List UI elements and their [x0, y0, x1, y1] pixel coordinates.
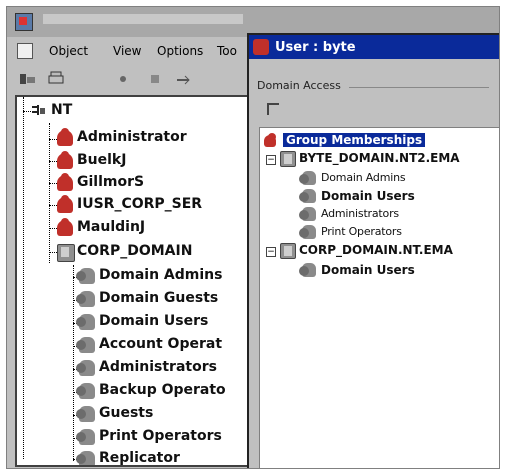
- tree-item-group[interactable]: Domain Users: [76, 311, 252, 333]
- tree-item-label: Domain Admins: [99, 267, 223, 283]
- group-icon: [76, 406, 95, 422]
- tree-line: [23, 97, 24, 459]
- divider: [349, 87, 489, 88]
- tree-item-label: Administrators: [99, 359, 217, 375]
- tree-item-label: IUSR_CORP_SER: [77, 196, 203, 212]
- tree-item-group[interactable]: Administrators: [76, 357, 252, 379]
- group-item[interactable]: Print Operators: [299, 224, 492, 242]
- tree-item-label: GillmorS: [77, 174, 145, 190]
- user-icon: [57, 128, 73, 146]
- user-icon: [57, 218, 73, 236]
- browse-icon[interactable]: [19, 71, 35, 85]
- tree-item-label: BuelkJ: [77, 152, 127, 168]
- group-label: Domain Admins: [321, 171, 406, 184]
- tree-item-label: CORP_DOMAIN: [77, 243, 193, 259]
- menu-options[interactable]: Options: [157, 44, 203, 58]
- tree-item-label: Domain Guests: [99, 290, 219, 306]
- tree-item-label: Backup Operato: [99, 382, 226, 398]
- user-icon: [253, 39, 269, 55]
- marker-icon[interactable]: [117, 71, 133, 85]
- tree-item-group[interactable]: Replicator: [76, 448, 252, 466]
- delete-icon[interactable]: [147, 71, 163, 85]
- group-membership-tree[interactable]: Group Memberships − BYTE_DOMAIN.NT2.EMA …: [259, 127, 499, 468]
- tree-item-group[interactable]: Account Operat: [76, 334, 252, 356]
- group-icon: [76, 429, 95, 445]
- domain-access-label[interactable]: Domain Access: [257, 79, 341, 92]
- tree-item-group[interactable]: Domain Admins: [76, 265, 252, 287]
- group-icon: [299, 225, 316, 239]
- menu-object[interactable]: Object: [49, 44, 88, 58]
- group-label: Administrators: [321, 207, 399, 220]
- group-icon: [299, 171, 316, 185]
- tree-root-nt[interactable]: NT: [31, 100, 251, 122]
- print-icon[interactable]: [47, 71, 64, 85]
- tree-item-user[interactable]: Administrator: [57, 127, 252, 149]
- user-icon: [264, 133, 276, 147]
- domain-icon: [280, 151, 296, 167]
- tree-item-user[interactable]: BuelkJ: [57, 150, 252, 172]
- back-window-title-blur: [43, 14, 243, 24]
- domain-icon: [280, 243, 296, 259]
- network-icon: [31, 103, 47, 119]
- tree-item-label: MauldinJ: [77, 219, 146, 235]
- group-item[interactable]: Domain Admins: [299, 170, 492, 188]
- dialog-titlebar[interactable]: User : byte: [249, 35, 499, 59]
- menu-tools[interactable]: Too: [217, 44, 237, 58]
- group-label: Domain Users: [321, 263, 415, 277]
- dialog-title: User : byte: [275, 40, 356, 55]
- group-icon: [76, 360, 95, 376]
- user-dialog: User : byte Domain Access Group Membersh…: [247, 33, 499, 468]
- domain-label: BYTE_DOMAIN.NT2.EMA: [299, 151, 460, 165]
- app-icon[interactable]: [15, 13, 33, 31]
- collapse-icon[interactable]: −: [266, 247, 276, 257]
- directory-tree[interactable]: NT Administrator BuelkJ GillmorS IUSR_CO…: [15, 95, 253, 467]
- tree-line: [49, 123, 50, 263]
- group-label: Print Operators: [321, 225, 402, 238]
- tree-item-user[interactable]: MauldinJ: [57, 217, 252, 239]
- tree-item-group[interactable]: Backup Operato: [76, 380, 252, 402]
- group-item[interactable]: Administrators: [299, 206, 492, 224]
- tree-item-label: Administrator: [77, 129, 187, 145]
- screenshot-frame: Object View Options Too NT Administrator…: [6, 6, 500, 469]
- window-menu-icon[interactable]: [17, 43, 33, 59]
- group-icon: [76, 314, 95, 330]
- group-item[interactable]: Domain Users: [299, 188, 492, 206]
- user-icon: [57, 173, 73, 191]
- group-icon: [299, 263, 316, 277]
- domain-label: CORP_DOMAIN.NT.EMA: [299, 243, 453, 257]
- group-icon: [76, 451, 95, 465]
- domain-node[interactable]: BYTE_DOMAIN.NT2.EMA: [280, 150, 499, 168]
- collapse-icon[interactable]: −: [266, 155, 276, 165]
- tree-item-label: Account Operat: [99, 336, 223, 352]
- group-memberships-header[interactable]: Group Memberships: [264, 132, 484, 150]
- group-label: Domain Users: [321, 189, 415, 203]
- tree-item-group[interactable]: Print Operators: [76, 426, 252, 448]
- group-icon: [76, 337, 95, 353]
- tree-root-label: NT: [51, 102, 73, 118]
- tree-item-label: Replicator: [99, 450, 180, 466]
- group-icon: [76, 383, 95, 399]
- domain-icon: [57, 244, 75, 262]
- group-memberships-label: Group Memberships: [283, 133, 426, 147]
- tree-item-group[interactable]: Guests: [76, 403, 252, 425]
- tree-item-user[interactable]: GillmorS: [57, 172, 252, 194]
- checkbox[interactable]: [267, 103, 279, 115]
- tree-item-user[interactable]: IUSR_CORP_SER: [57, 194, 252, 216]
- group-icon: [76, 291, 95, 307]
- move-icon[interactable]: [175, 71, 191, 85]
- group-item[interactable]: Domain Users: [299, 262, 492, 280]
- tree-item-label: Domain Users: [99, 313, 209, 329]
- user-icon: [57, 151, 73, 169]
- menu-view[interactable]: View: [113, 44, 141, 58]
- tree-item-label: Print Operators: [99, 428, 222, 444]
- group-icon: [299, 189, 316, 203]
- tree-item-label: Guests: [99, 405, 154, 421]
- tree-line: [73, 265, 74, 461]
- tree-item-domain[interactable]: CORP_DOMAIN: [57, 241, 252, 263]
- tree-item-group[interactable]: Domain Guests: [76, 288, 252, 310]
- group-icon: [76, 268, 95, 284]
- user-icon: [57, 195, 73, 213]
- domain-node[interactable]: CORP_DOMAIN.NT.EMA: [280, 242, 499, 260]
- group-icon: [299, 207, 316, 221]
